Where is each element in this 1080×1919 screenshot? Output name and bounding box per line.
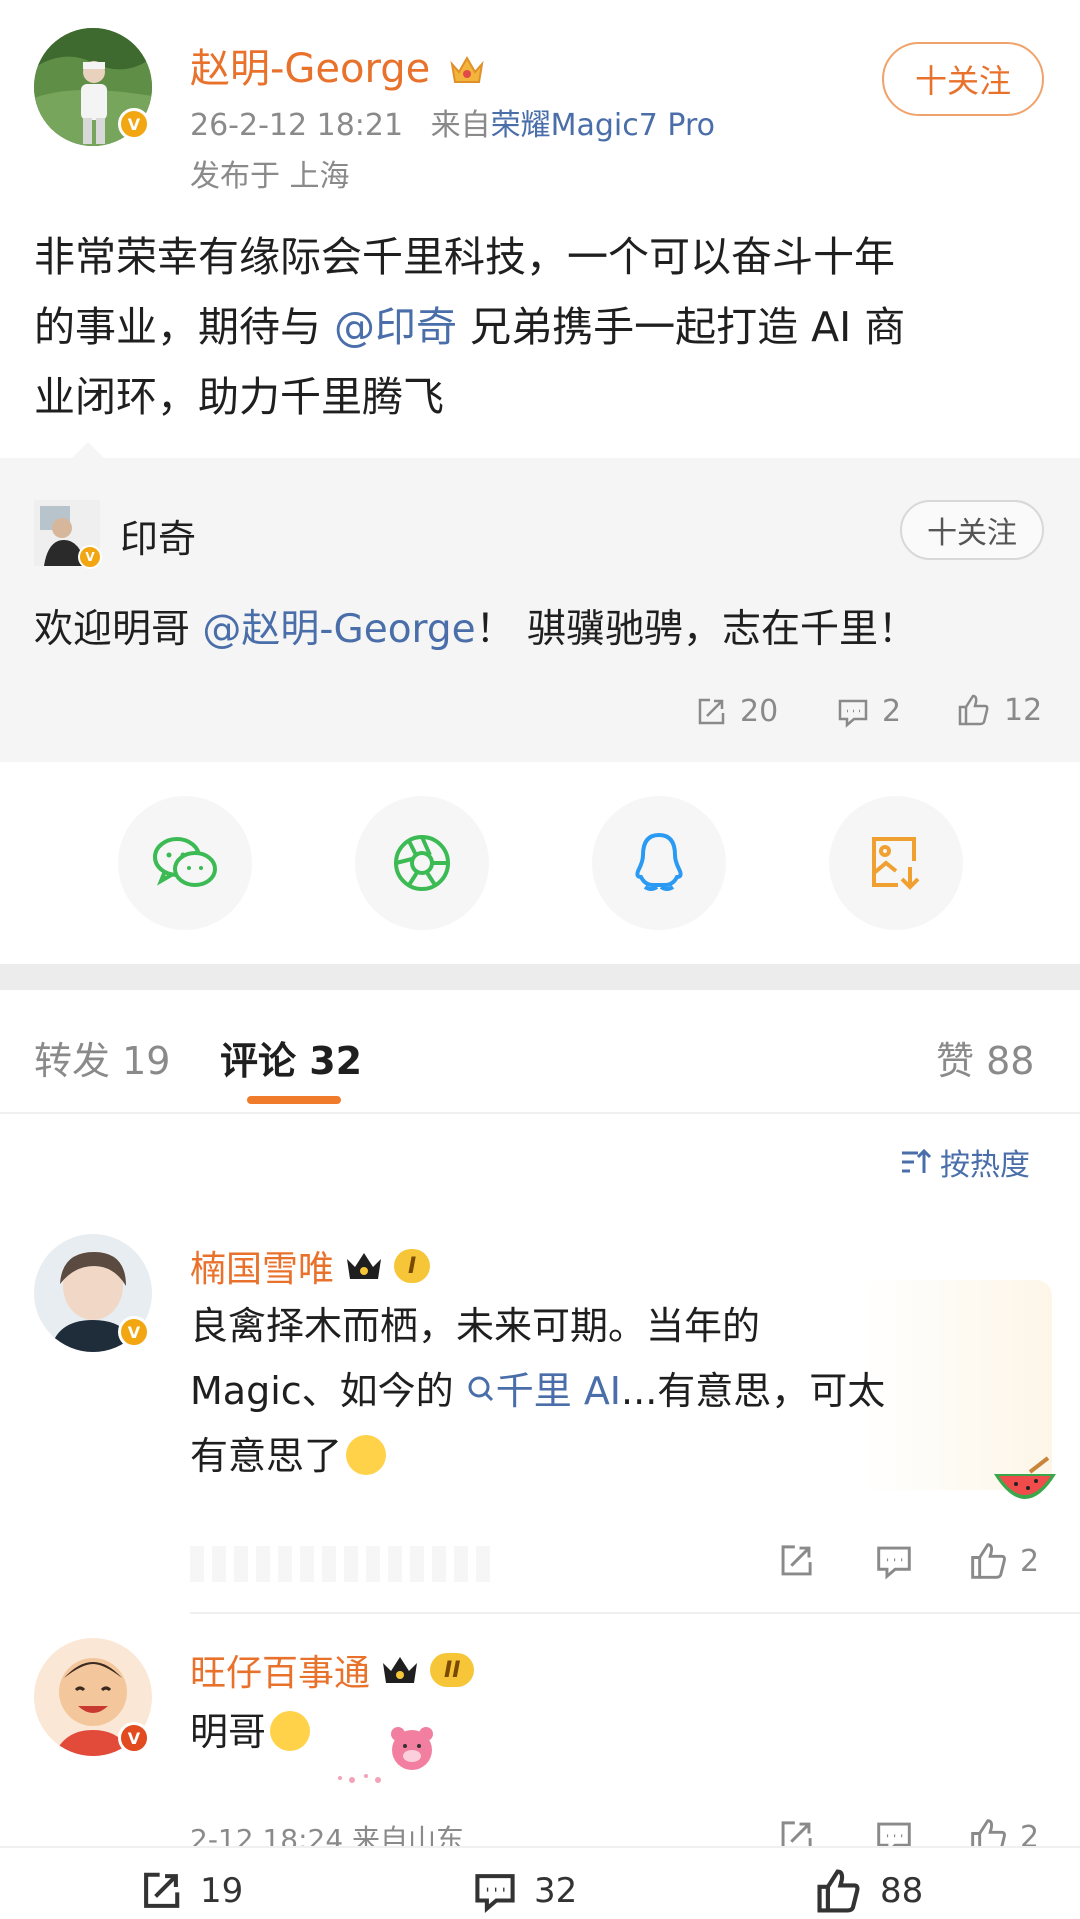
bottom-comment-count: 32 xyxy=(534,1871,578,1911)
crown-icon xyxy=(344,1249,384,1283)
repost-text-segment: ！ 骐骥驰骋，志在千里！ xyxy=(475,607,918,652)
save-image-icon xyxy=(868,833,924,893)
repost-stat-likes[interactable]: 12 xyxy=(956,692,1042,728)
post-text-segment: 兄弟携手一起打造 AI 商 xyxy=(457,303,906,351)
grin-emoji-icon xyxy=(270,1711,311,1751)
repost-count: 20 xyxy=(740,694,779,729)
repost-notch xyxy=(72,442,104,458)
author-name[interactable]: 赵明-George xyxy=(190,36,485,94)
share-icon xyxy=(136,1868,186,1914)
post-text-segment: 的事业，期待与 xyxy=(34,303,335,351)
thumbs-up-icon xyxy=(968,1540,1010,1582)
share-moments-button[interactable] xyxy=(355,796,489,930)
share-icon[interactable] xyxy=(776,1541,816,1581)
sort-label: 按热度 xyxy=(940,1148,1030,1183)
thumbs-up-icon xyxy=(812,1866,866,1916)
vip-level-badge: II xyxy=(430,1653,475,1687)
search-icon xyxy=(466,1372,496,1406)
topic-text: 千里 AI xyxy=(495,1369,622,1413)
comment-body: 良禽择木而栖，未来可期。当年的 Magic、如今的 千里 AI...有意思，可太… xyxy=(190,1294,1050,1489)
bottom-repost-count: 19 xyxy=(200,1871,244,1911)
post-timestamp: 26-2-12 18:21 xyxy=(190,108,404,143)
comment-actions: 2 xyxy=(776,1540,1039,1582)
comment-text-segment: 有意思了 xyxy=(190,1434,343,1478)
verified-badge-icon: V xyxy=(118,1722,150,1754)
comment-count: 2 xyxy=(882,694,902,729)
comment-line: 有意思了 xyxy=(190,1424,1050,1489)
post-meta: 26-2-12 18:21 来自荣耀Magic7 Pro xyxy=(190,100,715,144)
tab-reposts[interactable]: 转发 19 xyxy=(34,1030,170,1085)
vip-level-badge: I xyxy=(394,1249,431,1283)
watermelon-sticker-icon xyxy=(990,1454,1060,1514)
repost-stat-comments[interactable]: 2 xyxy=(836,694,901,729)
comment-body: 明哥 xyxy=(190,1700,311,1765)
comment-icon xyxy=(470,1868,520,1914)
bottom-comment-button[interactable]: 32 xyxy=(470,1868,577,1914)
topic-link[interactable]: 千里 AI xyxy=(466,1369,621,1413)
follow-button[interactable]: 十关注 xyxy=(882,42,1044,116)
repost-author-name[interactable]: 印奇 xyxy=(120,508,196,563)
tab-active-indicator xyxy=(247,1096,341,1104)
like-count: 12 xyxy=(1004,692,1043,728)
save-image-button[interactable] xyxy=(829,796,963,930)
sort-toggle[interactable]: 按热度 xyxy=(900,1140,1030,1184)
comment-line: Magic、如今的 千里 AI...有意思，可太 xyxy=(190,1359,1050,1424)
crown-icon xyxy=(380,1653,420,1687)
comment-text-segment: ...有意思，可太 xyxy=(621,1369,886,1413)
comment-author[interactable]: 楠国雪唯 I xyxy=(190,1240,431,1292)
tabs-divider xyxy=(0,1112,1080,1114)
post-location: 发布于 上海 xyxy=(190,159,350,194)
repost-body: 欢迎明哥 @赵明-George！ 骐骥驰骋，志在千里！ xyxy=(34,598,917,654)
comment-author[interactable]: 旺仔百事通 II xyxy=(190,1644,475,1696)
tab-likes[interactable]: 赞 88 xyxy=(936,1030,1034,1085)
post-source[interactable]: 荣耀Magic7 Pro xyxy=(491,108,715,143)
blurred-meta xyxy=(190,1546,490,1582)
section-divider xyxy=(0,964,1080,990)
repost-text-segment: 欢迎明哥 xyxy=(34,607,203,652)
verified-badge-icon: V xyxy=(118,1316,150,1348)
post-line: 的事业，期待与 @印奇 兄弟携手一起打造 AI 商 xyxy=(34,292,1046,362)
comment-text-segment: 明哥 xyxy=(190,1710,267,1754)
mention-link[interactable]: @赵明-George xyxy=(202,607,475,652)
thinking-emoji-icon xyxy=(346,1435,387,1475)
post-line: 非常荣幸有缘际会千里科技，一个可以奋斗十年 xyxy=(34,233,895,281)
comment-divider xyxy=(190,1612,1080,1614)
share-wechat-button[interactable] xyxy=(118,796,252,930)
crown-icon xyxy=(449,52,485,86)
moments-icon xyxy=(390,831,454,895)
mention-link[interactable]: @印奇 xyxy=(334,303,457,351)
post-line: 业闭环，助力千里腾飞 xyxy=(34,373,444,421)
repost-stat-reposts[interactable]: 20 xyxy=(694,694,778,729)
verified-badge-icon: V xyxy=(118,108,150,140)
share-qq-button[interactable] xyxy=(592,796,726,930)
comment-icon xyxy=(836,695,870,729)
comment-author-name: 楠国雪唯 xyxy=(190,1249,335,1290)
comment-author-name: 旺仔百事通 xyxy=(190,1653,371,1694)
share-icon xyxy=(694,695,728,729)
bottom-like-count: 88 xyxy=(880,1871,924,1911)
wechat-icon xyxy=(149,833,221,893)
comment-line: 良禽择木而栖，未来可期。当年的 xyxy=(190,1304,761,1348)
like-count: 2 xyxy=(1020,1543,1040,1579)
comment-text-segment: Magic、如今的 xyxy=(190,1369,466,1413)
like-button[interactable]: 2 xyxy=(968,1540,1039,1582)
thumbs-up-icon xyxy=(956,692,992,728)
pink-bear-sticker-icon xyxy=(330,1722,440,1788)
repost-follow-button[interactable]: 十关注 xyxy=(900,500,1044,560)
bottom-like-button[interactable]: 88 xyxy=(812,1866,923,1916)
qq-icon xyxy=(631,831,687,895)
post-source-prefix: 来自 xyxy=(430,108,491,143)
bottom-repost-button[interactable]: 19 xyxy=(136,1868,243,1914)
post-body: 非常荣幸有缘际会千里科技，一个可以奋斗十年 的事业，期待与 @印奇 兄弟携手一起… xyxy=(34,222,1046,432)
sort-icon xyxy=(900,1147,932,1177)
tab-comments[interactable]: 评论 32 xyxy=(220,1030,362,1085)
verified-badge-icon: V xyxy=(78,545,102,569)
author-name-text: 赵明-George xyxy=(190,46,431,92)
comment-icon[interactable] xyxy=(874,1541,914,1581)
